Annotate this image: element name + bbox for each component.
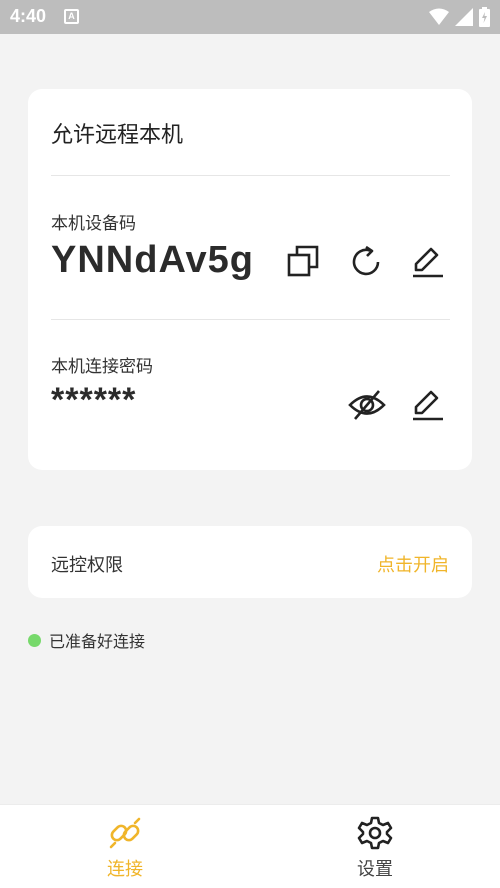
edit-icon bbox=[413, 390, 443, 421]
card-title: 允许远程本机 bbox=[51, 123, 184, 148]
edit-device-code-button[interactable] bbox=[408, 242, 448, 282]
eye-off-icon bbox=[348, 390, 386, 420]
password-label: 本机连接密码 bbox=[51, 357, 153, 377]
refresh-button[interactable] bbox=[347, 242, 387, 282]
bottom-nav: 连接 设置 bbox=[0, 804, 500, 888]
copy-button[interactable] bbox=[284, 242, 324, 282]
wifi-icon bbox=[429, 8, 449, 25]
password-value: ****** bbox=[51, 381, 137, 419]
status-dot bbox=[28, 633, 41, 647]
divider bbox=[51, 319, 450, 320]
permission-label: 远控权限 bbox=[51, 555, 123, 576]
status-bar: 4:40 A bbox=[0, 0, 500, 34]
divider bbox=[51, 175, 450, 176]
enable-permission-button[interactable]: 点击开启 bbox=[377, 551, 449, 577]
remote-access-card: 允许远程本机 本机设备码 YNNdAv5g 本机连接密码 ****** bbox=[28, 89, 472, 470]
device-code-value: YNNdAv5g bbox=[51, 239, 254, 281]
nav-label-connect: 连接 bbox=[107, 859, 143, 880]
nav-label-settings: 设置 bbox=[357, 859, 393, 880]
gear-icon bbox=[357, 816, 393, 850]
nav-item-settings[interactable]: 设置 bbox=[250, 805, 500, 888]
status-time: 4:40 bbox=[10, 6, 47, 26]
nav-item-connect[interactable]: 连接 bbox=[0, 805, 250, 888]
copy-icon bbox=[287, 245, 319, 277]
notification-icon: A bbox=[64, 9, 79, 24]
refresh-icon bbox=[352, 245, 380, 276]
device-code-label: 本机设备码 bbox=[51, 214, 136, 234]
status-icons bbox=[429, 7, 490, 27]
toggle-password-visibility-button[interactable] bbox=[347, 385, 387, 425]
battery-icon bbox=[479, 7, 490, 27]
edit-password-button[interactable] bbox=[408, 385, 448, 425]
permission-card: 远控权限 点击开启 bbox=[28, 526, 472, 598]
link-icon bbox=[109, 817, 141, 849]
edit-icon bbox=[413, 247, 443, 278]
signal-icon bbox=[455, 8, 473, 26]
status-text: 已准备好连接 bbox=[49, 632, 146, 651]
connection-status: 已准备好连接 bbox=[28, 628, 145, 652]
